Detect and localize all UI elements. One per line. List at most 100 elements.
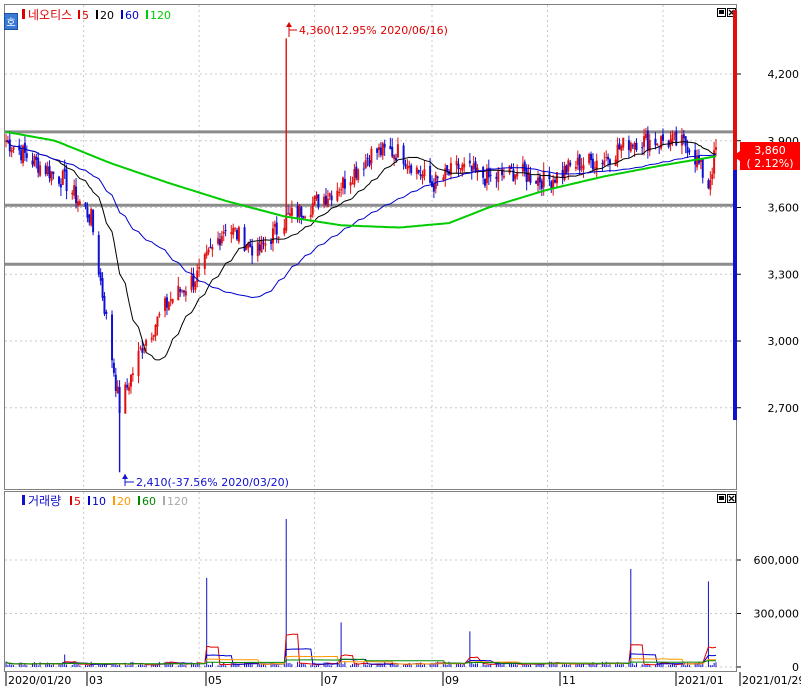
candle-body (629, 142, 632, 152)
price-panel-title: 네오티스 (28, 8, 72, 22)
legend-swatch (70, 496, 72, 505)
candle-body (682, 134, 685, 139)
candle-body (434, 174, 437, 189)
candle-body (131, 373, 134, 376)
candle-body (656, 143, 659, 146)
candle-body (235, 230, 238, 240)
candle-body (190, 276, 193, 290)
candle-body (99, 272, 102, 281)
candle-body (406, 166, 409, 170)
candle-body (184, 291, 187, 296)
candle-body (402, 145, 405, 165)
x-axis-label: 07 (324, 674, 338, 687)
candle-body (540, 180, 543, 189)
candle-body (353, 169, 356, 185)
candle-body (686, 146, 689, 154)
candle-body (608, 159, 611, 165)
candle-body (622, 137, 625, 148)
legend-swatch (88, 496, 90, 505)
candle-body (357, 169, 360, 181)
price-axis-label: 4,200 (768, 68, 800, 81)
x-axis-label: 2021/01 (678, 674, 724, 687)
candle-body (537, 177, 540, 186)
candle-body (470, 166, 473, 172)
candle-body (234, 228, 237, 230)
candle-body (283, 227, 286, 234)
legend-swatch (113, 496, 115, 505)
candle-body (508, 165, 511, 174)
candle-body (61, 170, 64, 185)
candle-body (342, 177, 345, 189)
low-annotation: 2,410(-37.56% 2020/03/20) (122, 474, 289, 489)
candle-body (489, 174, 492, 176)
candle-body (277, 237, 280, 239)
corner-button-label: 호 (6, 17, 15, 29)
candle-body (688, 150, 691, 152)
candle-body (396, 144, 399, 158)
candle-body (304, 216, 307, 218)
candle-body (482, 167, 485, 178)
candle-body (323, 196, 326, 205)
candle-body (270, 241, 273, 244)
candle-body (50, 171, 53, 181)
candle-body (198, 267, 201, 269)
candle-body (391, 146, 394, 157)
candle-body (442, 177, 445, 181)
candle-body (654, 138, 657, 146)
candle-body (37, 157, 40, 173)
high-annotation: 4,360(12.95% 2020/06/16) (286, 22, 448, 37)
candle-body (101, 278, 104, 298)
candle-body (601, 162, 604, 164)
candle-body (230, 232, 233, 235)
price-level-bar-up (733, 10, 737, 170)
candle-body (139, 347, 142, 349)
candle-body (287, 213, 290, 215)
candle-body (264, 243, 267, 246)
candle-body (207, 249, 210, 253)
candle-body (137, 350, 140, 377)
legend-swatch (121, 10, 123, 19)
candle-body (366, 157, 369, 160)
candle-body (78, 201, 81, 205)
candle-body (523, 161, 526, 172)
candle-body (124, 384, 127, 414)
candle-body (701, 158, 704, 178)
candle-body (105, 311, 108, 315)
candle-body (552, 179, 555, 188)
candle-body (112, 362, 115, 373)
candle-body (550, 181, 553, 188)
candle-body (474, 161, 477, 172)
price-axis-label: 3,000 (768, 335, 800, 348)
candle-body (217, 238, 220, 244)
candle-body (258, 244, 261, 251)
candle-body (65, 169, 68, 192)
candle-body (472, 163, 475, 169)
candle-body (574, 166, 577, 169)
candle-body (158, 313, 161, 316)
candle-body (63, 168, 66, 172)
candle-body (156, 316, 159, 327)
candle-body (179, 289, 182, 292)
candle-body (376, 148, 379, 153)
candle-body (457, 163, 460, 170)
current-price-value: 3,860 (754, 144, 786, 157)
candle-body (423, 169, 426, 177)
candle-body (370, 148, 373, 164)
price-axis-label: 2,700 (768, 402, 800, 415)
candle-body (711, 174, 714, 180)
candle-body (379, 147, 382, 156)
candle-body (317, 194, 320, 208)
candle-body (84, 202, 87, 208)
candle-body (150, 337, 153, 340)
candle-body (644, 133, 647, 138)
legend-swatch (96, 10, 98, 19)
candle-body (311, 203, 314, 215)
candle-body (620, 146, 623, 151)
candle-body (76, 201, 79, 206)
candle-body (591, 158, 594, 170)
candle-body (616, 144, 619, 162)
candle-body (641, 147, 644, 149)
candle-body (181, 290, 184, 292)
candle-body (12, 147, 15, 150)
candle-body (309, 214, 312, 218)
